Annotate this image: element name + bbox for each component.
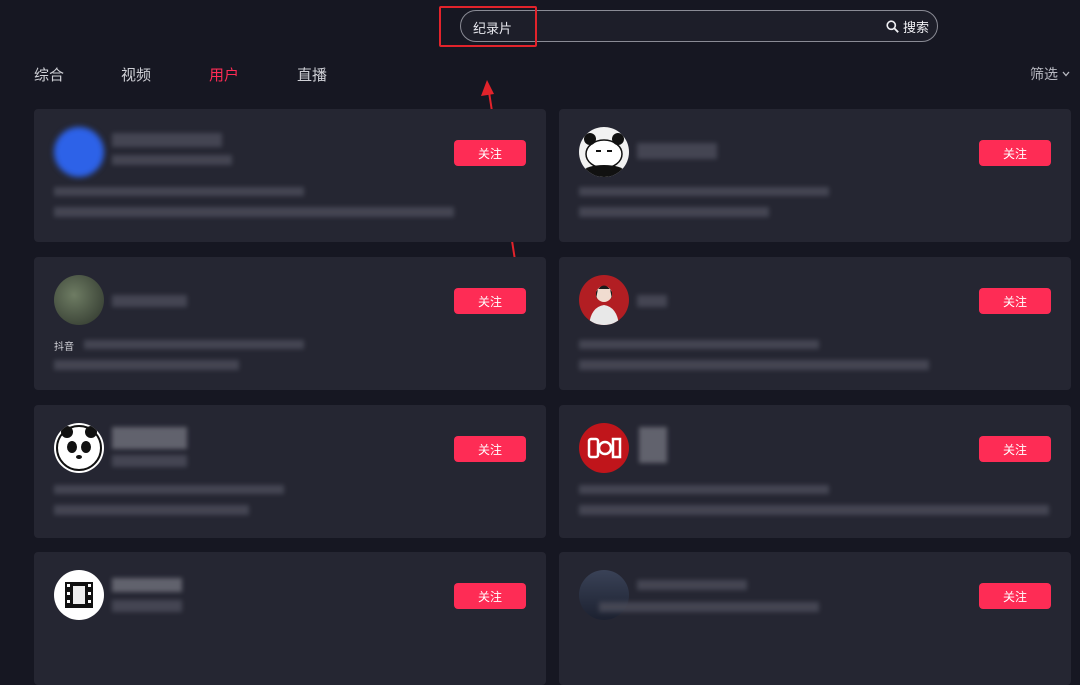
user-id-blurred	[112, 155, 232, 165]
username-blurred	[637, 143, 717, 159]
user-stats-blurred	[579, 485, 829, 494]
user-card[interactable]: 抖音 关注	[34, 257, 546, 390]
avatar	[54, 570, 104, 620]
chevron-down-icon	[1062, 71, 1070, 77]
user-stats-blurred	[54, 187, 304, 196]
user-snippet: 抖音	[54, 342, 74, 353]
filter-label: 筛选	[1030, 67, 1058, 83]
follow-button[interactable]: 关注	[979, 288, 1051, 314]
user-bio-blurred	[579, 360, 929, 370]
user-stats-blurred	[54, 485, 284, 494]
user-bio-blurred	[54, 505, 249, 515]
avatar	[579, 570, 629, 620]
username-blurred	[639, 427, 667, 463]
user-card[interactable]: 关注	[34, 109, 546, 242]
logo-avatar-icon	[587, 437, 622, 459]
user-id-blurred	[112, 455, 187, 467]
username-blurred	[112, 133, 222, 147]
avatar	[579, 275, 629, 325]
user-card[interactable]: 关注	[559, 405, 1071, 538]
annotation-highlight-box	[439, 6, 537, 47]
follow-button[interactable]: 关注	[454, 288, 526, 314]
user-stats-blurred	[579, 340, 819, 349]
filter-dropdown[interactable]: 筛选	[1030, 64, 1070, 84]
avatar	[54, 423, 104, 473]
follow-button[interactable]: 关注	[979, 436, 1051, 462]
follow-button[interactable]: 关注	[454, 583, 526, 609]
user-card[interactable]: 关注	[559, 552, 1071, 685]
avatar	[579, 127, 629, 177]
film-avatar-icon	[65, 582, 93, 608]
tab-comprehensive[interactable]: 综合	[34, 64, 64, 85]
user-card[interactable]: 关注	[559, 109, 1071, 242]
user-card[interactable]: 关注	[559, 257, 1071, 390]
user-stats-blurred	[579, 187, 829, 196]
avatar	[54, 275, 104, 325]
follow-button[interactable]: 关注	[454, 436, 526, 462]
panda-avatar-icon	[584, 133, 624, 177]
username-blurred	[637, 295, 667, 307]
user-id-blurred	[599, 602, 819, 612]
user-bio-blurred	[54, 207, 454, 217]
search-icon	[886, 20, 899, 33]
username-blurred	[112, 427, 187, 449]
follow-button[interactable]: 关注	[454, 140, 526, 166]
user-card[interactable]: 关注	[34, 552, 546, 685]
user-stats-blurred	[84, 340, 304, 349]
panda-avatar-icon	[56, 425, 102, 471]
person-avatar-icon	[589, 285, 619, 325]
tab-users[interactable]: 用户	[209, 64, 239, 85]
follow-button[interactable]: 关注	[979, 140, 1051, 166]
user-bio-blurred	[579, 505, 1049, 515]
user-id-blurred	[112, 600, 182, 612]
tab-live[interactable]: 直播	[297, 64, 327, 85]
username-blurred	[637, 580, 747, 590]
search-button[interactable]: 搜索	[886, 17, 929, 36]
username-blurred	[112, 578, 182, 592]
tab-videos[interactable]: 视频	[121, 64, 151, 85]
username-blurred	[112, 295, 187, 307]
user-card[interactable]: 关注	[34, 405, 546, 538]
avatar	[54, 127, 104, 177]
user-bio-blurred	[54, 360, 239, 370]
user-bio-blurred	[579, 207, 769, 217]
avatar	[579, 423, 629, 473]
follow-button[interactable]: 关注	[979, 583, 1051, 609]
search-button-label: 搜索	[902, 21, 929, 36]
